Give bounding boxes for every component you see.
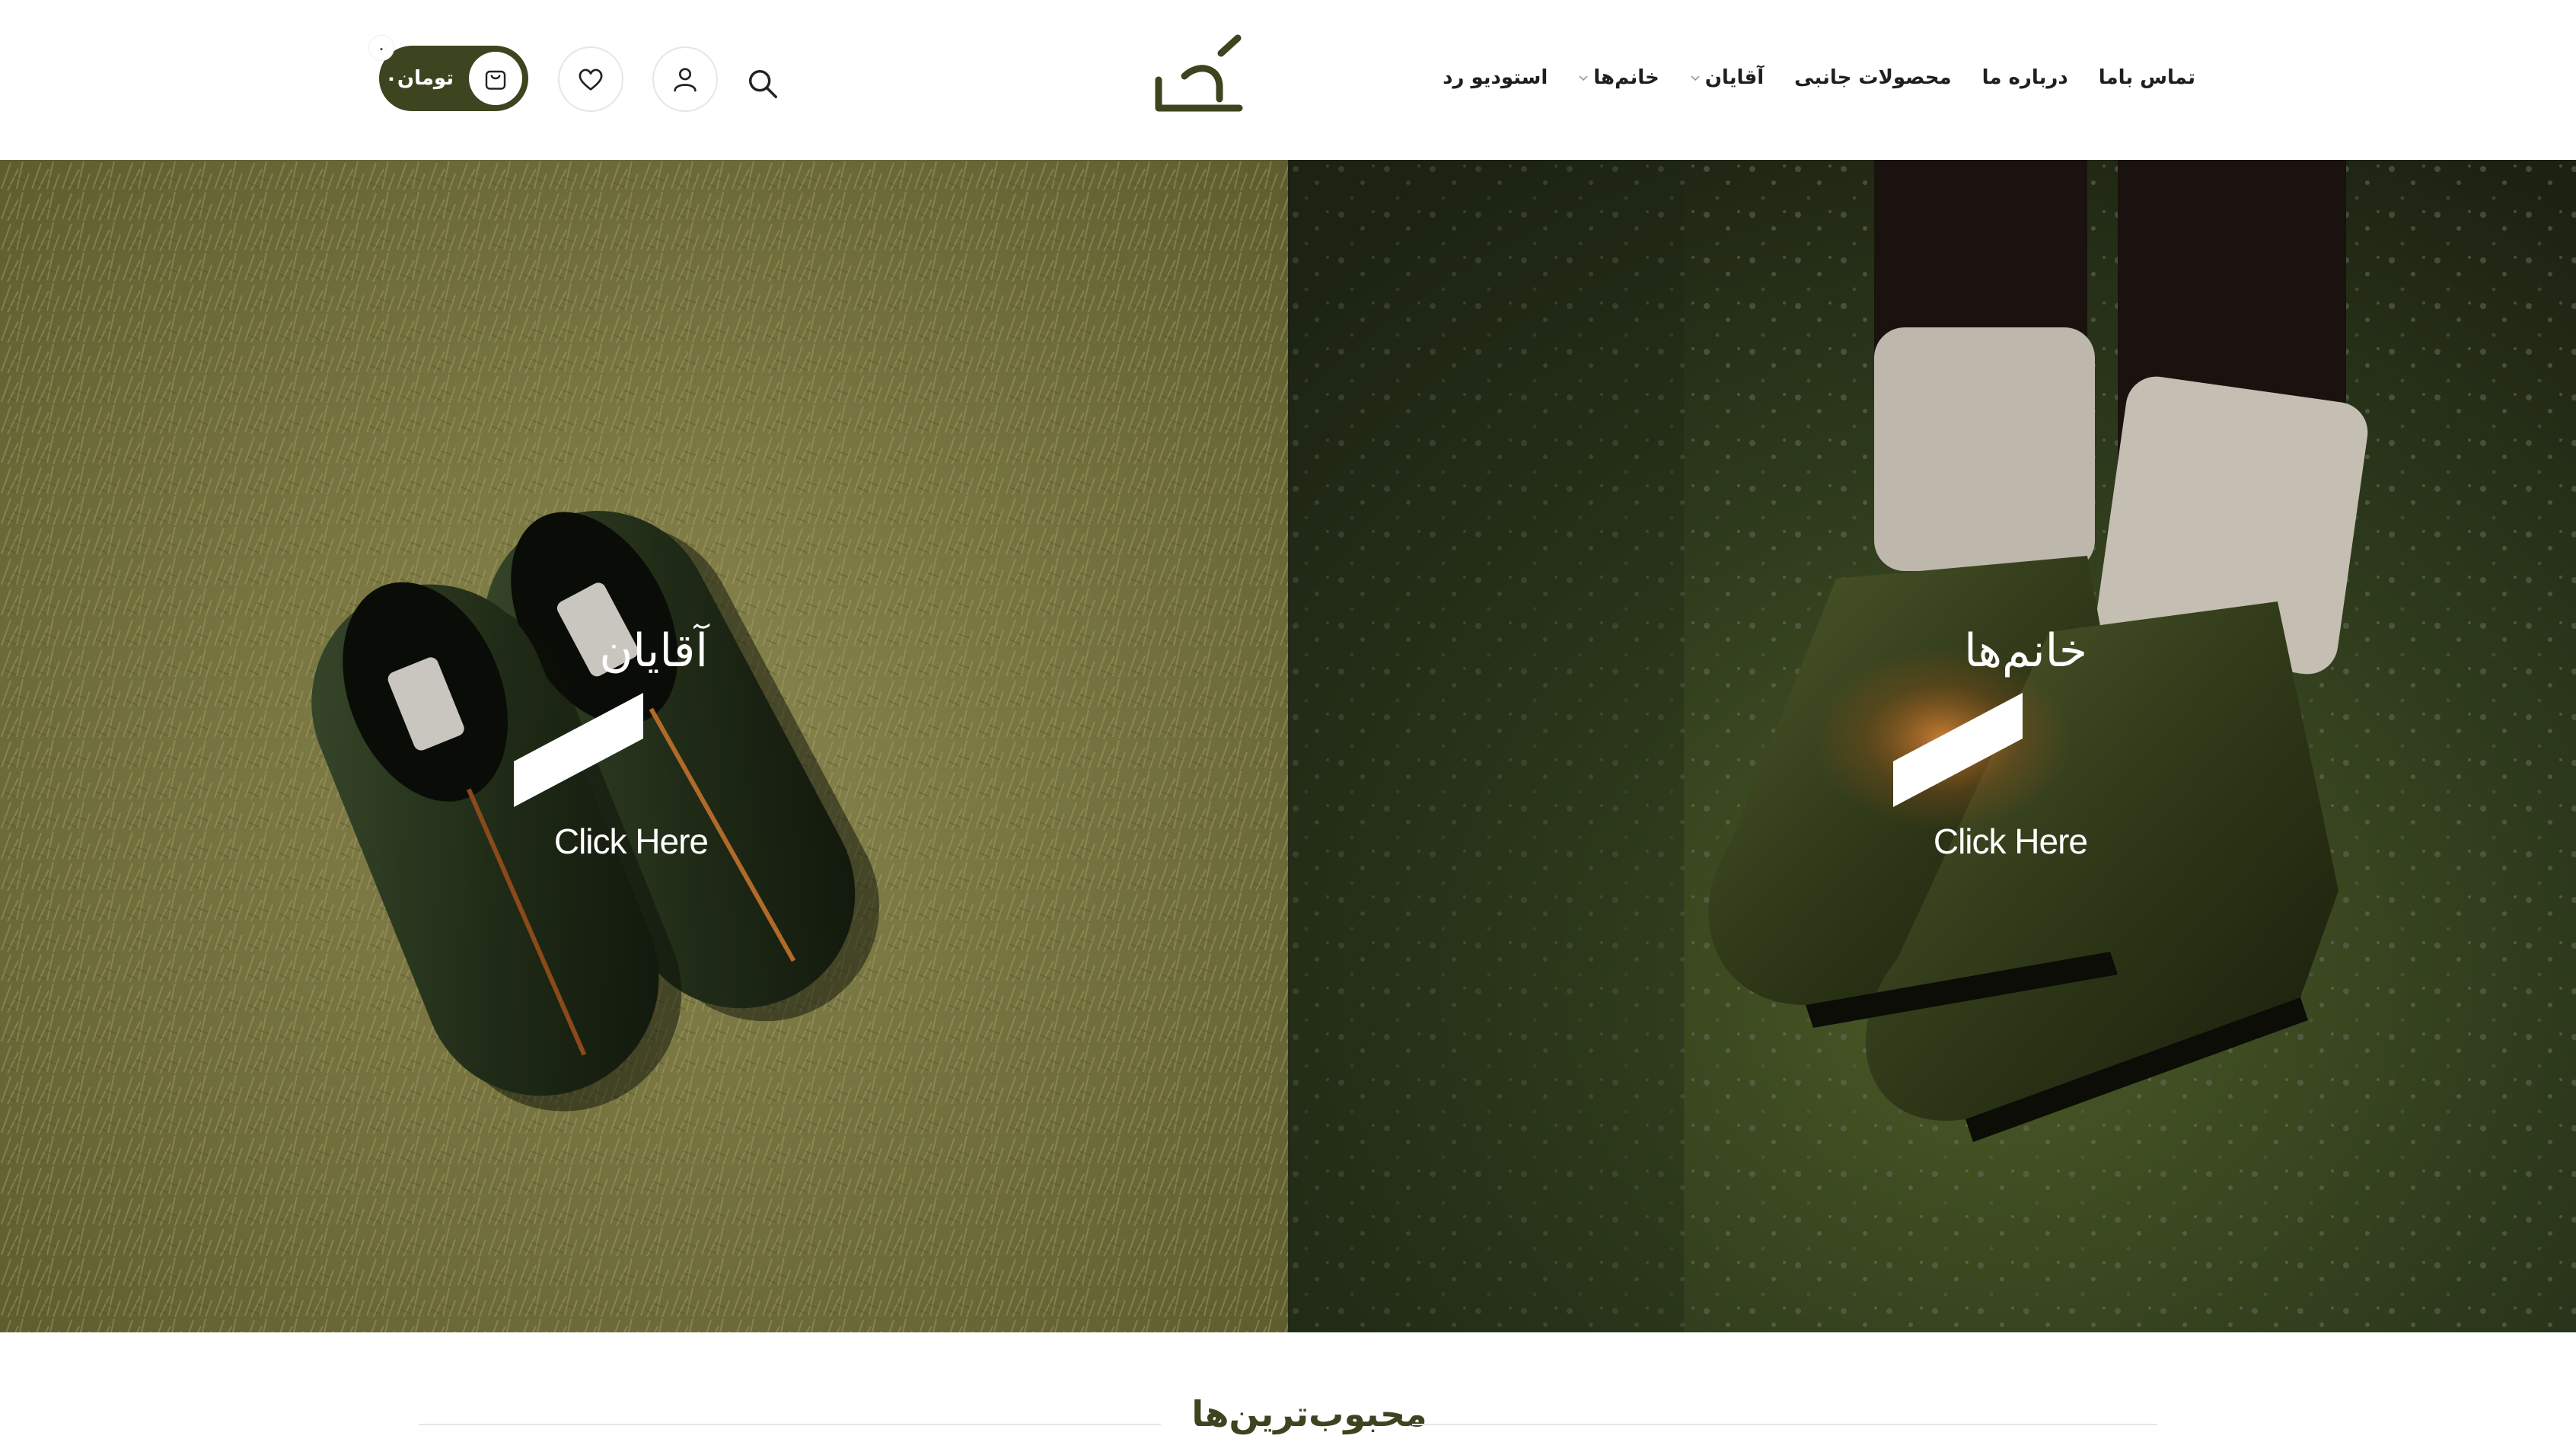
slash-decoration — [1893, 693, 2023, 807]
nav-item-label: استودیو رد — [1443, 66, 1548, 89]
nav-item-label: درباره ما — [1981, 66, 2068, 89]
women-category-title: خانم‌ها — [1964, 624, 2087, 678]
chevron-down-icon — [1579, 75, 1588, 81]
slash-decoration — [514, 693, 643, 807]
shopping-bag-icon — [485, 70, 506, 90]
cart-total: تومان۰ — [385, 67, 454, 90]
men-cta[interactable]: آقایان Click Here — [449, 624, 709, 862]
cart-icon-wrap — [469, 52, 522, 105]
nav-item-about[interactable]: درباره ما — [1982, 66, 2068, 89]
women-cta[interactable]: خانم‌ها Click Here — [1828, 624, 2088, 862]
nav-item-label: آقایان — [1704, 66, 1765, 89]
nav-item-label: خانم‌ها — [1593, 66, 1659, 89]
men-category-title: آقایان — [599, 624, 708, 678]
women-click-here-link[interactable]: Click Here — [1828, 821, 2088, 862]
men-category-banner[interactable]: آقایان Click Here — [0, 160, 1288, 1332]
hero-section: آقایان Click Here — [0, 160, 2576, 1332]
search-button[interactable] — [740, 61, 786, 107]
nav-item-accessories[interactable]: محصولات جانبی — [1794, 66, 1951, 89]
nav-item-studio-red[interactable]: استودیو رد — [1443, 66, 1548, 89]
chevron-down-icon — [1691, 75, 1700, 81]
nav-item-label: محصولات جانبی — [1794, 66, 1952, 89]
popular-section-header: محبوب‌ترین‌ها — [419, 1393, 2157, 1442]
section-title: محبوب‌ترین‌ها — [1191, 1393, 1427, 1434]
wishlist-button[interactable] — [558, 46, 623, 112]
site-header: استودیو رد خانم‌ها آقایان محصولات جانبی … — [0, 0, 2576, 160]
account-button[interactable] — [652, 46, 718, 112]
main-nav: استودیو رد خانم‌ها آقایان محصولات جانبی … — [1443, 61, 2195, 94]
user-icon — [674, 68, 697, 92]
men-click-here-link[interactable]: Click Here — [449, 821, 709, 862]
cart-count-badge: ۰ — [368, 35, 394, 61]
nav-item-women[interactable]: خانم‌ها — [1578, 66, 1659, 89]
nav-item-label: تماس باما — [2098, 66, 2195, 89]
heart-icon — [579, 69, 603, 91]
search-icon — [748, 69, 777, 98]
cart-button[interactable]: تومان۰ ۰ — [368, 35, 528, 111]
nav-item-contact[interactable]: تماس باما — [2099, 66, 2195, 89]
women-category-banner[interactable]: خانم‌ها Click Here — [1288, 160, 2576, 1332]
divider — [419, 1424, 1161, 1425]
brand-logo[interactable] — [1149, 30, 1248, 129]
divider — [1412, 1424, 2157, 1425]
nav-item-men[interactable]: آقایان — [1690, 66, 1764, 89]
